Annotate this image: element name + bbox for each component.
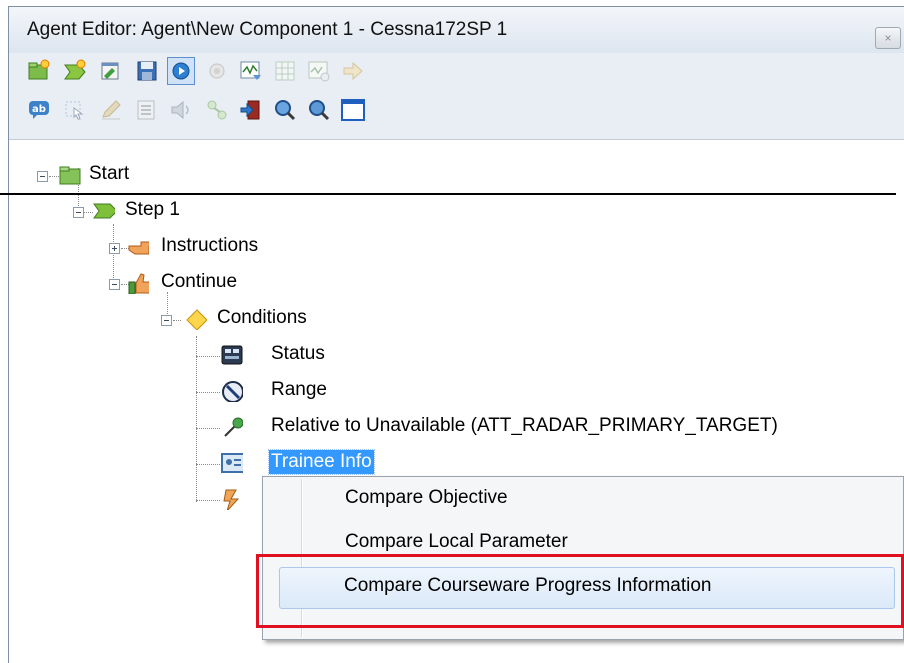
- tree-label-range: Range: [271, 379, 327, 400]
- properties-icon[interactable]: [97, 57, 125, 85]
- tree-connector: [173, 320, 181, 321]
- tree-label-instructions: Instructions: [161, 235, 259, 256]
- menu-item-label: Compare Local Parameter: [345, 531, 568, 552]
- collapse-icon[interactable]: [161, 315, 172, 326]
- magnifier-icon[interactable]: [271, 96, 299, 124]
- new-step-icon[interactable]: [61, 57, 89, 85]
- close-button[interactable]: ×: [875, 27, 901, 49]
- relative-icon: [224, 417, 243, 437]
- menu-item-compare-objective[interactable]: Compare Objective: [265, 479, 901, 519]
- tree-connector: [84, 212, 93, 213]
- svg-text:ab: ab: [32, 104, 46, 115]
- id-card-icon: [221, 453, 243, 473]
- save-icon[interactable]: [133, 57, 161, 85]
- close-icon[interactable]: ×: [884, 31, 891, 45]
- window-title: Agent Editor: Agent\New Component 1 - Ce…: [27, 19, 508, 40]
- tree-label-continue: Continue: [161, 271, 238, 292]
- step-icon: [93, 203, 115, 219]
- menu-item-label: Compare Objective: [345, 487, 508, 508]
- tree-connector: [196, 464, 220, 465]
- arrow-right-icon[interactable]: [339, 57, 367, 85]
- list-icon[interactable]: [133, 96, 161, 124]
- status-icon: [221, 345, 243, 365]
- edit-icon[interactable]: [97, 96, 125, 124]
- pointing-hand-icon: [128, 241, 149, 255]
- tree-label-trainee-info: Trainee Info: [268, 449, 375, 475]
- tree-label-conditions: Conditions: [217, 307, 307, 328]
- tree-connector: [196, 356, 220, 357]
- tree-label-step-1: Step 1: [125, 199, 180, 220]
- grid-icon[interactable]: [271, 57, 299, 85]
- speaker-icon[interactable]: [167, 96, 195, 124]
- stop-icon[interactable]: [203, 57, 231, 85]
- run-icon[interactable]: [167, 57, 195, 85]
- start-icon: [59, 166, 81, 185]
- tree-label-relative: Relative to Unavailable (ATT_RADAR_PRIMA…: [271, 415, 778, 436]
- collapse-icon[interactable]: [109, 279, 120, 290]
- tree-connector: [196, 392, 220, 393]
- divider-line: [0, 193, 896, 195]
- collapse-icon[interactable]: [37, 171, 48, 182]
- waveform-icon[interactable]: [237, 57, 265, 85]
- thumbs-up-icon: [128, 273, 149, 294]
- event-icon: [223, 489, 240, 510]
- select-icon[interactable]: [61, 96, 89, 124]
- tree-connector: [196, 500, 220, 501]
- chart-icon[interactable]: [305, 57, 333, 85]
- tree-connector: [196, 336, 197, 502]
- text-ab-icon[interactable]: ab: [25, 96, 53, 124]
- find-icon[interactable]: [305, 96, 333, 124]
- tree-connector: [49, 176, 59, 177]
- tree-label-start: Start: [89, 163, 130, 184]
- expand-icon[interactable]: [109, 243, 120, 254]
- window-icon[interactable]: [339, 96, 367, 124]
- exit-icon[interactable]: [237, 96, 265, 124]
- collapse-icon[interactable]: [73, 207, 84, 218]
- new-start-icon[interactable]: [25, 57, 53, 85]
- highlight-annotation-box: [256, 554, 904, 628]
- tree-connector: [196, 428, 220, 429]
- tree-label-status: Status: [271, 343, 325, 364]
- diamond-icon: [186, 309, 207, 330]
- title-bar[interactable]: Agent Editor: Agent\New Component 1 - Ce…: [9, 7, 904, 53]
- routing-icon[interactable]: [203, 96, 231, 124]
- range-icon: [222, 381, 243, 402]
